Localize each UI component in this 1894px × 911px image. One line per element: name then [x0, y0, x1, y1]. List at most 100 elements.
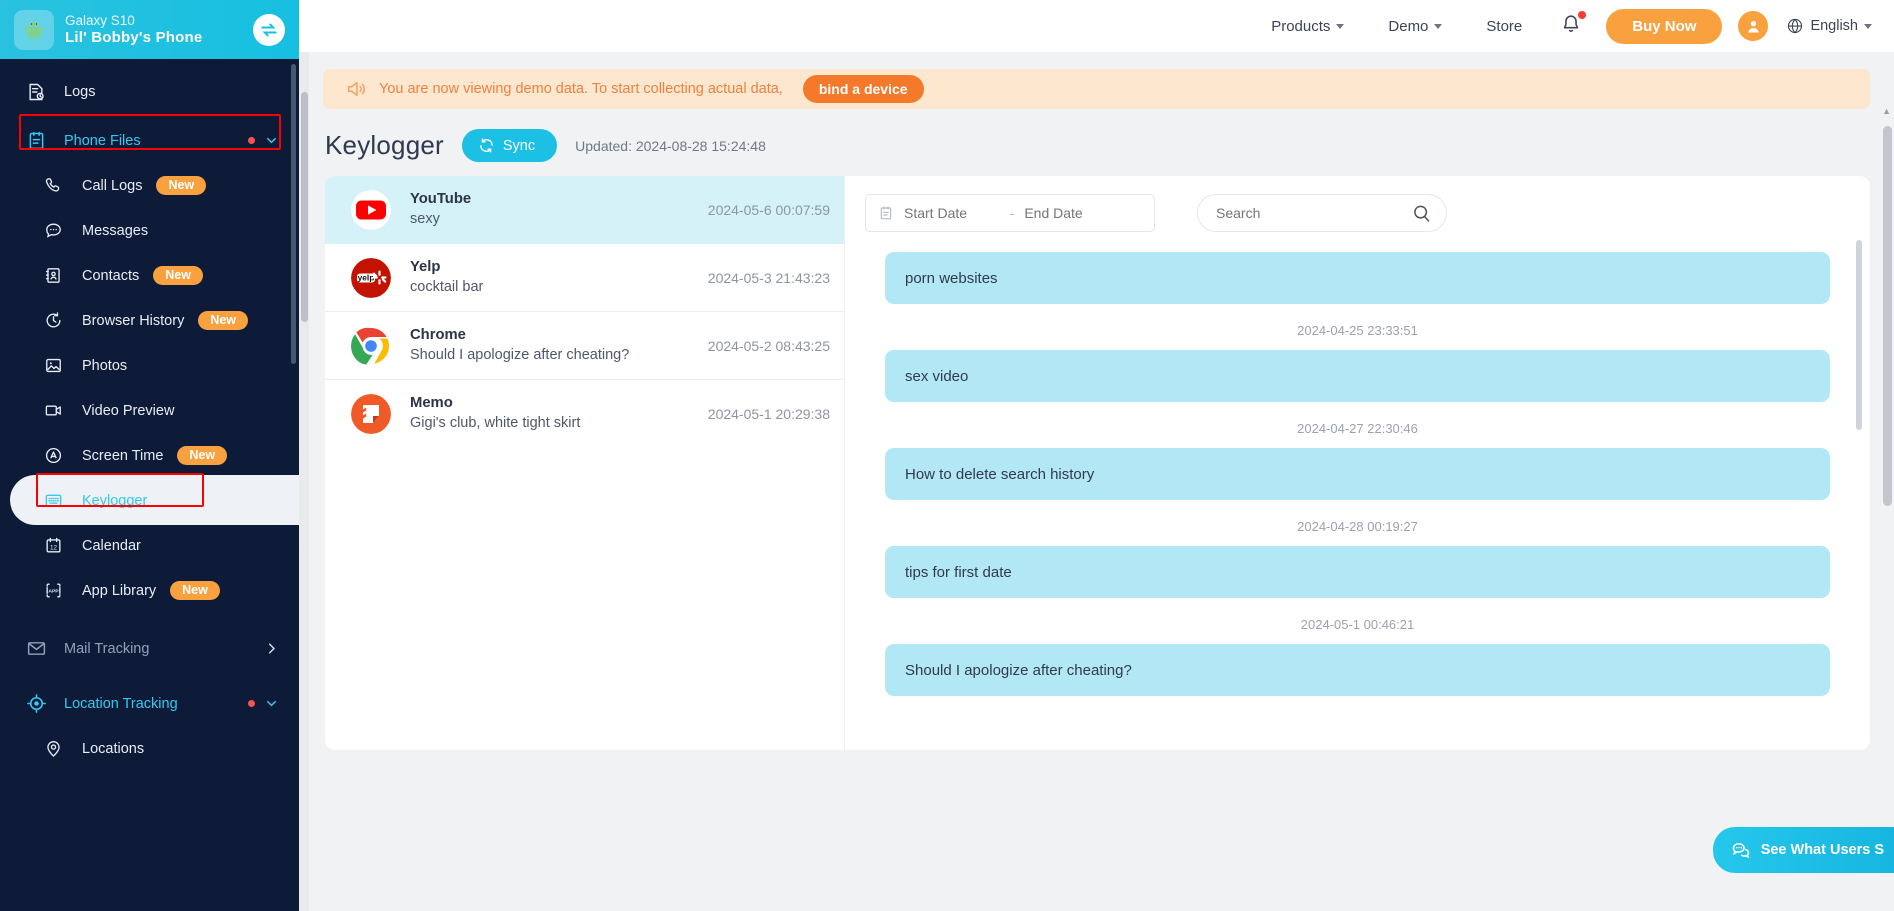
message-text: sex video: [905, 367, 969, 385]
message-text: Should I apologize after cheating?: [905, 661, 1132, 679]
device-model: Galaxy S10: [65, 13, 135, 29]
messages-pane: - porn websites: [844, 176, 1870, 750]
start-date-input[interactable]: [904, 205, 1000, 221]
sidebar-item-screen-time[interactable]: Screen Time New: [0, 433, 299, 478]
bind-a-device-button[interactable]: bind a device: [802, 75, 924, 103]
chevron-down-icon: [1864, 23, 1872, 29]
date-range-picker[interactable]: -: [865, 194, 1155, 232]
sidebar-item-label: Messages: [82, 222, 149, 239]
sync-label: Sync: [502, 137, 536, 154]
device-header[interactable]: Galaxy S10 Lil' Bobby's Phone: [0, 0, 299, 59]
message-scrollbar-thumb[interactable]: [1856, 240, 1862, 430]
chevron-down-icon: [1434, 23, 1443, 29]
app-time: 2024-05-2 08:43:25: [707, 337, 830, 354]
sidebar-item-locations[interactable]: Locations: [0, 726, 299, 771]
badge-new: New: [177, 445, 228, 466]
sync-button[interactable]: Sync: [461, 129, 558, 162]
updated-timestamp: Updated: 2024-08-28 15:24:48: [575, 137, 766, 154]
sidebar-item-location-tracking[interactable]: Location Tracking: [0, 681, 299, 726]
chrome-icon: [351, 325, 391, 366]
app-preview: cocktail bar: [410, 278, 484, 295]
history-clock-icon: [44, 311, 74, 330]
message-text: How to delete search history: [905, 465, 1095, 483]
notification-bell-icon[interactable]: [1544, 10, 1598, 40]
sidebar-item-contacts[interactable]: Contacts New: [0, 253, 299, 298]
topnav-demo[interactable]: Demo: [1366, 18, 1464, 35]
language-selector[interactable]: English: [1786, 17, 1872, 35]
see-what-users-say-widget[interactable]: See What Users S: [1712, 827, 1894, 873]
chevron-down-icon[interactable]: [264, 696, 279, 711]
page-scrollbar-thumb[interactable]: [1883, 126, 1892, 506]
switch-device-icon[interactable]: [253, 13, 285, 46]
sidebar-item-label: Locations: [82, 740, 145, 757]
screen-time-icon: [44, 446, 74, 465]
logs-icon: [26, 82, 56, 102]
app-text: Chrome Should I apologize after cheating…: [410, 326, 708, 366]
sidebar-item-phone-files[interactable]: Phone Files: [0, 118, 299, 163]
app-text: Yelp cocktail bar: [410, 258, 708, 298]
app-row-youtube[interactable]: YouTube sexy 2024-05-6 00:07:59: [325, 176, 844, 244]
sidebar: Galaxy S10 Lil' Bobby's Phone Logs Phone…: [0, 0, 299, 911]
chat-widget-label: See What Users S: [1760, 842, 1884, 858]
message-timestamp: 2024-04-28 00:19:27: [1297, 519, 1418, 534]
topnav-store[interactable]: Store: [1464, 18, 1544, 35]
keyboard-icon: [44, 491, 74, 510]
search-input[interactable]: [1216, 205, 1403, 221]
sidebar-item-logs[interactable]: Logs: [0, 69, 299, 114]
app-time: 2024-05-6 00:07:59: [707, 201, 830, 218]
end-date-input[interactable]: [1024, 205, 1121, 221]
app-row-chrome[interactable]: Chrome Should I apologize after cheating…: [325, 312, 844, 380]
badge-new: New: [156, 175, 207, 196]
message-list: porn websites 2024-04-25 23:33:51 sex vi…: [845, 246, 1870, 750]
filters-bar: -: [845, 176, 1870, 246]
sidebar-item-keylogger[interactable]: Keylogger: [0, 478, 299, 523]
topnav-label: Store: [1486, 17, 1523, 35]
message-scrollbar[interactable]: [1856, 240, 1862, 742]
youtube-icon: [351, 189, 391, 230]
app-name: Memo: [410, 395, 453, 412]
chevron-down-icon[interactable]: [264, 133, 279, 148]
phone-files-icon: [26, 130, 56, 151]
sidebar-item-label: Photos: [82, 357, 128, 374]
sidebar-item-photos[interactable]: Photos: [0, 343, 299, 388]
topnav-products[interactable]: Products: [1249, 18, 1366, 35]
sidebar-item-mail-tracking[interactable]: Mail Tracking: [0, 626, 299, 671]
sidebar-active-wrapper: Keylogger: [0, 449, 299, 551]
message-bubble: porn websites: [885, 252, 1830, 304]
sidebar-item-app-library[interactable]: APP App Library New: [0, 568, 299, 613]
sidebar-scrollbar-thumb[interactable]: [291, 64, 296, 364]
page-scrollbar[interactable]: ▲ ▼: [1882, 104, 1892, 911]
app-text: YouTube sexy: [410, 190, 708, 230]
sidebar-item-call-logs[interactable]: Call Logs New: [0, 163, 299, 208]
sidebar-scrollbar[interactable]: [291, 64, 296, 884]
scroll-up-arrow-icon[interactable]: ▲: [1882, 106, 1891, 116]
content-scroll: You are now viewing demo data. To start …: [299, 52, 1894, 911]
search-icon[interactable]: [1411, 203, 1432, 224]
android-robot-icon: [14, 9, 54, 50]
app-row-memo[interactable]: Memo Gigi's club, white tight skirt 2024…: [325, 380, 844, 448]
topnav-label: Products: [1271, 17, 1331, 35]
panes: YouTube sexy 2024-05-6 00:07:59 yelp Yel…: [299, 162, 1894, 750]
buy-now-button[interactable]: Buy Now: [1606, 8, 1723, 44]
sidebar-item-calendar[interactable]: 12 Calendar: [0, 523, 299, 568]
sidebar-item-browser-history[interactable]: Browser History New: [0, 298, 299, 343]
user-avatar-icon[interactable]: [1738, 11, 1769, 41]
sidebar-item-label: App Library: [82, 582, 157, 599]
sidebar-item-video-preview[interactable]: Video Preview: [0, 388, 299, 433]
globe-icon: [1788, 18, 1803, 34]
demo-data-notice: You are now viewing demo data. To start …: [323, 69, 1870, 109]
content-left-scrollbar-thumb[interactable]: [301, 92, 308, 322]
message-timestamp: 2024-05-1 00:46:21: [1300, 617, 1415, 632]
sidebar-item-label: Mail Tracking: [64, 640, 150, 657]
chevron-right-icon[interactable]: [264, 641, 279, 656]
sidebar-item-messages[interactable]: Messages: [0, 208, 299, 253]
sidebar-item-label: Call Logs: [82, 177, 143, 194]
sidebar-item-label: Calendar: [82, 537, 141, 554]
calendar-icon: 12: [44, 536, 74, 555]
content-left-scrollbar[interactable]: [299, 52, 309, 911]
search-box[interactable]: [1197, 194, 1447, 232]
app-row-yelp[interactable]: yelp Yelp cocktail bar 2024-05-3 21:43:2…: [325, 244, 844, 312]
message-bubble: tips for first date: [885, 546, 1830, 598]
mail-icon: [26, 638, 56, 659]
message-timestamp: 2024-04-27 22:30:46: [1297, 421, 1418, 436]
